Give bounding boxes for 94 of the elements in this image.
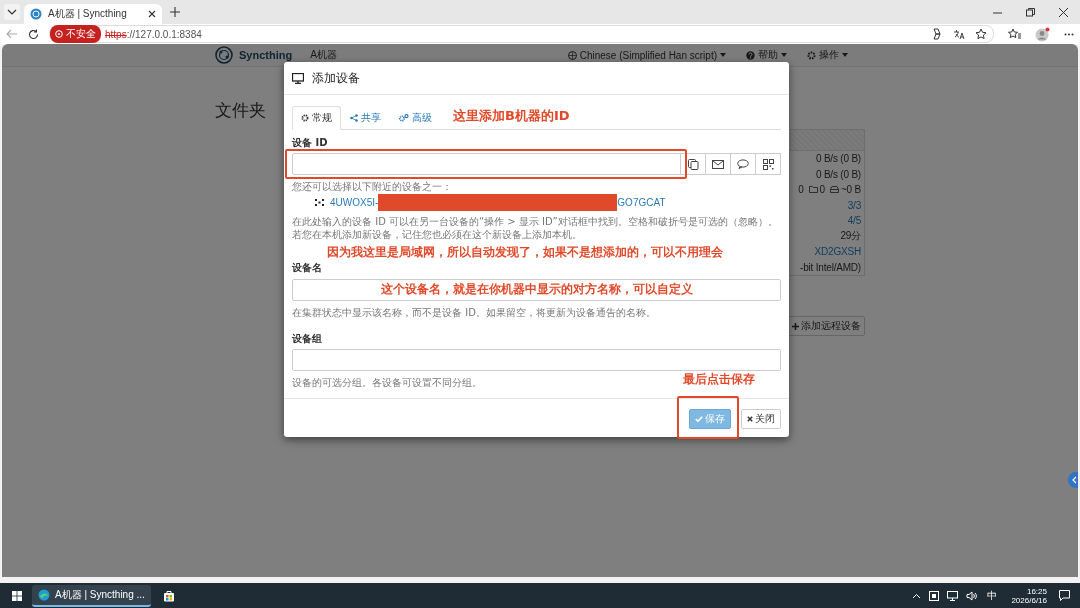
notification-icon[interactable] <box>1059 590 1070 601</box>
dialog-tab[interactable]: 共享 <box>341 106 390 130</box>
close-icon[interactable] <box>148 10 156 18</box>
status-value: ~0 B <box>840 184 861 196</box>
help-text: 设备的可选分组。各设备可设置不同分组。 <box>292 375 482 390</box>
sidebar-toggle-icon[interactable] <box>1068 472 1078 488</box>
email-button[interactable] <box>705 153 731 175</box>
close-button[interactable]: 关闭 <box>741 408 781 429</box>
share-icon <box>350 114 358 122</box>
globe-icon <box>567 50 577 60</box>
nav-menu[interactable]: 帮助 <box>746 48 787 62</box>
start-icon[interactable] <box>12 590 22 601</box>
nav-menu[interactable]: 操作 <box>807 48 848 62</box>
input-method-indicator[interactable]: 中 <box>987 588 998 603</box>
brand-name[interactable]: Syncthing <box>239 49 293 61</box>
app-label: A机器 | Syncthing ... <box>55 587 145 602</box>
network-icon[interactable] <box>947 590 959 601</box>
device-id-link[interactable]: GO7GCAT <box>617 197 666 208</box>
volume-icon[interactable] <box>966 590 978 601</box>
security-badge[interactable]: 不安全 <box>50 25 101 43</box>
status-value[interactable]: 3/3 <box>847 199 861 211</box>
star-icon[interactable] <box>975 28 987 40</box>
new-tab-icon[interactable] <box>170 7 180 17</box>
device-identicon <box>315 198 324 207</box>
status-value: 29分 <box>840 229 861 244</box>
field-label: 设备名 <box>292 261 323 275</box>
profile-avatar[interactable] <box>1035 26 1050 42</box>
help-text: 在集群状态中显示该名称，而不是设备 ID。如果留空，将更新为设备通告的名称。 <box>292 305 657 320</box>
tab-list-icon[interactable] <box>4 4 20 20</box>
close-icon[interactable] <box>1059 7 1068 17</box>
browser-icon <box>38 588 50 601</box>
gear-icon <box>301 114 309 122</box>
qr-code-icon <box>762 158 774 170</box>
caret-icon <box>842 53 848 57</box>
dialog-tab[interactable]: 常规 <box>292 106 341 130</box>
status-value: 0 B/s (0 B) <box>815 153 861 165</box>
annotation-text: 这个设备名，就是在你机器中显示的对方名称，可以自定义 <box>380 281 693 298</box>
annotation-text: 因为我这里是局域网，所以自动发现了，如果不是想添加的，可以不用理会 <box>327 244 724 261</box>
annotation-text: 最后点击保存 <box>683 370 755 388</box>
highlight-frame <box>677 395 739 439</box>
monitor-icon <box>292 72 304 84</box>
device-id-link[interactable]: 4UWOX5I- <box>330 197 379 208</box>
device-name: A机器 <box>310 48 337 62</box>
caret-icon <box>720 53 726 57</box>
dialog-title: 添加设备 <box>312 69 360 87</box>
plus-icon <box>792 322 799 330</box>
drive-icon <box>829 186 839 194</box>
envelope-icon <box>712 159 724 169</box>
warning-icon <box>55 30 63 38</box>
chat-button[interactable] <box>730 153 756 175</box>
copilot-icon[interactable] <box>931 28 943 40</box>
section-heading: 文件夹 <box>215 99 266 122</box>
restore-icon[interactable] <box>1026 7 1035 17</box>
field-label: 设备 ID <box>292 136 329 150</box>
help-icon <box>746 50 755 60</box>
device-id-field[interactable] <box>292 153 681 175</box>
qr-code-button[interactable] <box>755 153 781 175</box>
syncthing-icon <box>30 8 42 20</box>
chat-icon <box>737 159 749 169</box>
device-name-field[interactable] <box>292 278 781 301</box>
status-value[interactable]: 4/5 <box>847 215 861 227</box>
check-icon <box>695 415 703 422</box>
chevron-up-icon[interactable] <box>912 592 922 599</box>
annotation-text: 这里添加B机器的ID <box>453 107 570 125</box>
clock-time[interactable]: 16:25 <box>1026 586 1047 596</box>
clock-date[interactable]: 2026/6/16 <box>1011 595 1047 605</box>
translate-icon[interactable] <box>953 28 965 40</box>
folder-icon <box>808 186 818 194</box>
gears-icon <box>399 114 409 122</box>
device-group-field[interactable] <box>292 348 781 371</box>
status-value: 0 <box>798 184 804 196</box>
field-label: 设备组 <box>292 331 323 346</box>
address-field[interactable]: https://127.0.0.1:8384 <box>105 28 202 40</box>
taskbar-app[interactable]: A机器 | Syncthing ... <box>32 584 151 607</box>
gear-icon <box>807 50 816 60</box>
tray-app-icon[interactable] <box>929 590 940 601</box>
help-text: 在此处输入的设备 ID 可以在另一台设备的“操作 > 显示 ID”对话框中找到。空格和破折号是可选的（忽略）。若您在本机添加新设备，记住您也必须在这个新设备上添加本机。 <box>292 215 779 241</box>
reload-icon[interactable] <box>28 28 39 40</box>
help-text: 您还可以选择以下附近的设备之一： <box>292 180 453 194</box>
store-icon <box>162 589 175 602</box>
copy-icon <box>687 158 699 170</box>
close-icon <box>747 415 753 422</box>
status-value: 0 B/s (0 B) <box>815 168 861 180</box>
more-icon[interactable] <box>1064 32 1074 36</box>
add-device-button[interactable]: 添加远程设备 <box>788 316 865 336</box>
status-value: 0 <box>819 184 825 196</box>
browser-tab[interactable]: A机器 | Syncthing <box>24 4 162 24</box>
favorites-icon[interactable] <box>1008 28 1021 40</box>
syncthing-logo-icon <box>215 46 233 64</box>
nav-menu[interactable]: Chinese (Simplified Han script) <box>567 49 726 61</box>
dialog-tab[interactable]: 高级 <box>390 106 441 130</box>
caret-icon <box>781 53 787 57</box>
status-value: -bit Intel/AMD) <box>800 261 861 273</box>
status-value[interactable]: XD2GXSH <box>814 246 861 258</box>
